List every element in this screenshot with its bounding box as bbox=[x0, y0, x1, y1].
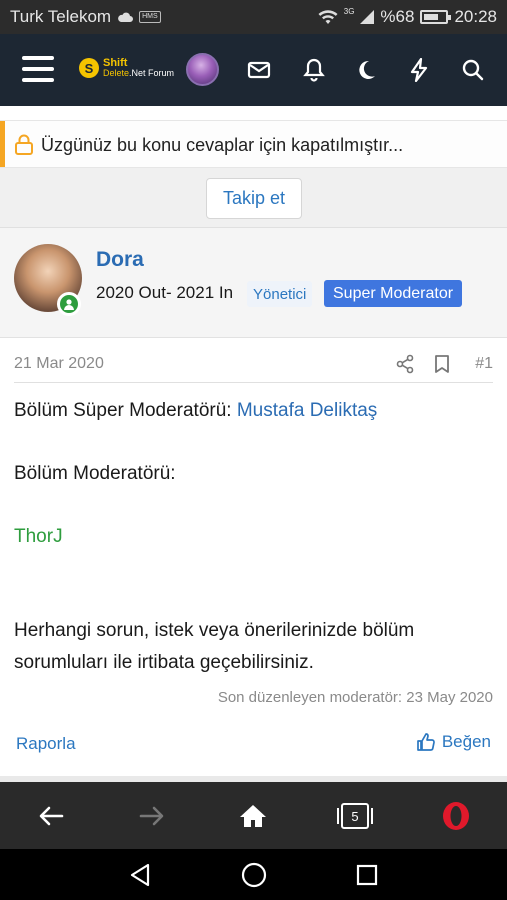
author-name[interactable]: Dora bbox=[96, 248, 144, 272]
online-status-icon bbox=[57, 292, 81, 316]
logo-text: Shift Delete.Net Forum bbox=[103, 57, 174, 79]
share-icon[interactable] bbox=[395, 354, 415, 374]
site-logo[interactable]: S Shift Delete.Net Forum bbox=[79, 58, 174, 78]
network-type: 3G bbox=[343, 6, 355, 16]
android-nav-bar bbox=[0, 849, 507, 900]
menu-icon[interactable] bbox=[22, 56, 54, 82]
notice-text: Üzgünüz bu konu cevaplar için kapatılmış… bbox=[41, 135, 404, 155]
logo-line2-b: .Net bbox=[129, 68, 146, 78]
logo-line2-c: Forum bbox=[145, 68, 175, 78]
cloud-icon bbox=[118, 12, 134, 22]
follow-area: Takip et bbox=[0, 168, 507, 228]
closing-line-1: Herhangi sorun, istek veya önerilerinizd… bbox=[14, 620, 415, 641]
browser-toolbar: 5 bbox=[0, 782, 507, 849]
forward-arrow-icon[interactable] bbox=[135, 799, 169, 833]
status-bar: Turk Telekom HMS 3G %68 20:28 bbox=[0, 0, 507, 34]
tab-count: 5 bbox=[337, 803, 373, 829]
post-actions: Raporla Beğen bbox=[0, 730, 507, 760]
carrier-name: Turk Telekom bbox=[10, 7, 112, 26]
moderator-label: Bölüm Moderatörü: bbox=[14, 463, 176, 484]
account-avatar[interactable] bbox=[186, 53, 219, 86]
bell-icon[interactable] bbox=[300, 56, 328, 84]
author-meta: 2020 Out- 2021 In bbox=[96, 283, 234, 302]
opera-menu-icon[interactable] bbox=[439, 799, 473, 833]
tabs-icon[interactable]: 5 bbox=[337, 799, 373, 833]
logo-line2-a: Delete bbox=[103, 68, 130, 78]
report-button[interactable]: Raporla bbox=[16, 734, 76, 754]
logo-line1: Shift bbox=[103, 57, 128, 69]
post-number[interactable]: #1 bbox=[475, 355, 493, 373]
app-header: S Shift Delete.Net Forum bbox=[0, 34, 507, 106]
logo-mark: S bbox=[79, 58, 99, 78]
super-moderator-line: Bölüm Süper Moderatörü: Mustafa Deliktaş bbox=[14, 400, 377, 422]
nav-recents-icon[interactable] bbox=[353, 861, 381, 889]
hms-badge: HMS bbox=[139, 11, 161, 23]
lock-icon bbox=[15, 134, 33, 155]
home-icon[interactable] bbox=[236, 799, 270, 833]
post-author: Dora 2020 Out- 2021 In Yönetici Super Mo… bbox=[0, 228, 507, 338]
moon-icon[interactable] bbox=[352, 56, 380, 84]
super-moderator-label: Bölüm Süper Moderatörü: bbox=[14, 400, 237, 421]
like-label: Beğen bbox=[441, 732, 491, 751]
role-badge-admin: Yönetici bbox=[247, 281, 313, 307]
battery-percent: %68 bbox=[380, 7, 415, 26]
bookmark-icon[interactable] bbox=[433, 354, 451, 374]
notice-accent-bar bbox=[0, 121, 5, 167]
battery-icon bbox=[420, 10, 452, 24]
status-right: 3G %68 20:28 bbox=[318, 7, 497, 27]
post-date[interactable]: 21 Mar 2020 bbox=[14, 355, 104, 373]
clock: 20:28 bbox=[454, 7, 497, 26]
post-meta: 21 Mar 2020 #1 bbox=[14, 354, 493, 383]
moderator-name: ThorJ bbox=[14, 526, 63, 547]
back-arrow-icon[interactable] bbox=[34, 799, 68, 833]
like-button[interactable]: Beğen bbox=[416, 732, 491, 752]
carrier-group: Turk Telekom HMS bbox=[10, 7, 161, 27]
mail-icon[interactable] bbox=[245, 56, 273, 84]
super-moderator-link[interactable]: Mustafa Deliktaş bbox=[237, 400, 377, 421]
search-icon[interactable] bbox=[459, 56, 487, 84]
closed-thread-notice: Üzgünüz bu konu cevaplar için kapatılmış… bbox=[0, 120, 507, 168]
last-edited-note: Son düzenleyen moderatör: 23 May 2020 bbox=[217, 689, 493, 706]
logo-line2: Delete.Net Forum bbox=[103, 68, 174, 78]
role-badge-super-moderator: Super Moderator bbox=[324, 280, 463, 307]
closing-line-2: sorumluları ile irtibata geçebilirsiniz. bbox=[14, 652, 314, 673]
signal-icon bbox=[360, 10, 375, 24]
nav-back-icon[interactable] bbox=[126, 861, 154, 889]
bolt-icon[interactable] bbox=[405, 56, 433, 84]
thumbs-up-icon bbox=[416, 733, 435, 751]
wifi-icon bbox=[318, 10, 338, 24]
follow-button[interactable]: Takip et bbox=[206, 178, 302, 219]
nav-home-icon[interactable] bbox=[240, 861, 268, 889]
